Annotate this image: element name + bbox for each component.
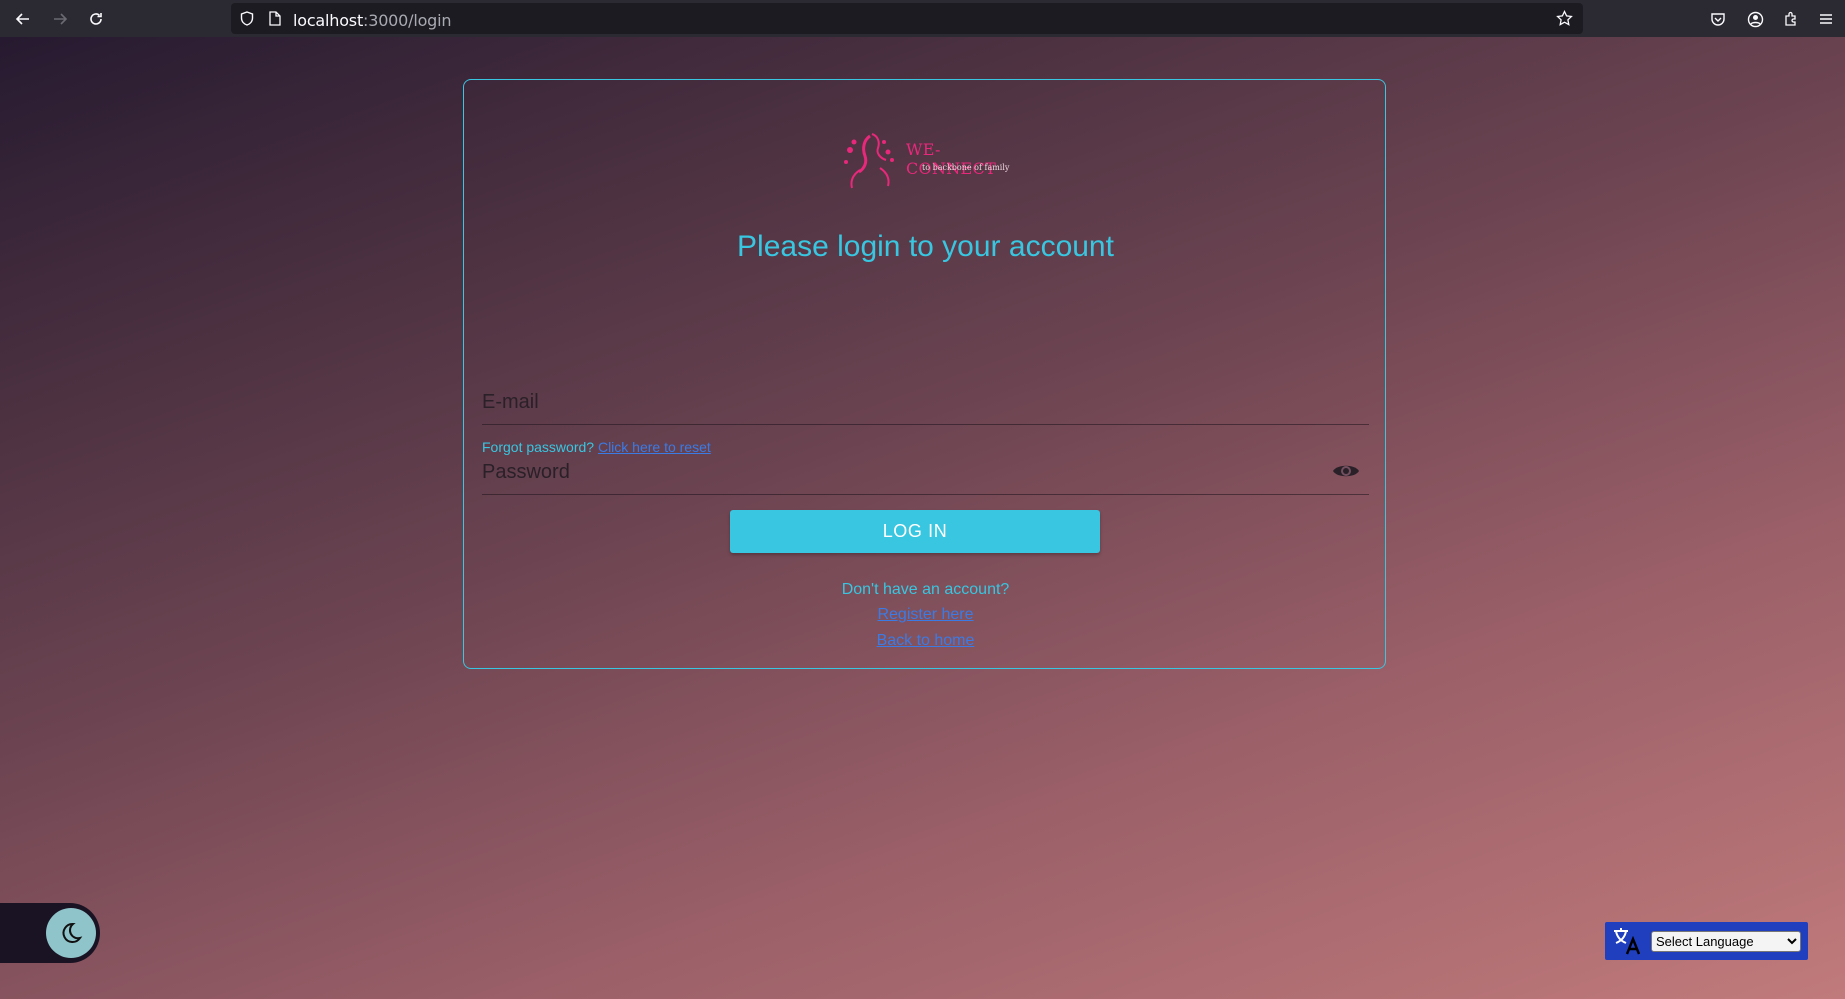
menu-icon[interactable] (1813, 6, 1839, 32)
password-field-wrapper (482, 452, 1369, 495)
login-button[interactable]: LOG IN (730, 510, 1100, 553)
login-page: WE-CONNECT to backbone of family Please … (0, 37, 1845, 999)
bookmark-star-icon[interactable] (1556, 10, 1573, 27)
pocket-icon[interactable] (1705, 6, 1731, 32)
extensions-icon[interactable] (1778, 6, 1804, 32)
shield-icon[interactable] (240, 11, 254, 26)
reload-icon[interactable] (83, 6, 109, 32)
back-to-home-link[interactable]: Back to home (877, 632, 975, 649)
translate-icon (1614, 928, 1641, 955)
translate-widget: Select Language (1605, 922, 1808, 960)
page-title: Please login to your account (737, 230, 1114, 263)
moon-icon[interactable] (46, 908, 96, 958)
email-field[interactable] (482, 382, 1369, 422)
reset-password-link[interactable]: Click here to reset (598, 439, 711, 455)
theme-toggle[interactable] (0, 903, 100, 963)
logo-tagline: to backbone of family (922, 163, 1010, 172)
logo: WE-CONNECT to backbone of family (840, 130, 1030, 194)
forgot-password: Forgot password? Click here to reset (482, 439, 711, 455)
logo-brand: WE-CONNECT (906, 140, 997, 178)
no-account-text: Don't have an account? (841, 581, 1010, 598)
forward-icon[interactable] (47, 6, 73, 32)
back-icon[interactable] (10, 6, 36, 32)
login-card: WE-CONNECT to backbone of family Please … (463, 79, 1386, 669)
password-field[interactable] (482, 452, 1369, 492)
show-password-icon[interactable] (1331, 460, 1361, 482)
logo-woman-icon (844, 133, 894, 189)
page-icon[interactable] (269, 11, 281, 26)
url-text[interactable]: localhost:3000/login (293, 11, 452, 30)
language-select[interactable]: Select Language (1651, 931, 1801, 952)
register-link[interactable]: Register here (877, 606, 973, 623)
register-link-row: Register here (464, 606, 1387, 624)
browser-toolbar: localhost:3000/login (0, 0, 1845, 38)
home-link-row: Back to home (464, 632, 1387, 650)
account-icon[interactable] (1742, 6, 1768, 32)
forgot-password-text: Forgot password? (482, 439, 595, 455)
address-bar[interactable]: localhost:3000/login (231, 3, 1583, 34)
email-field-wrapper (482, 382, 1369, 425)
